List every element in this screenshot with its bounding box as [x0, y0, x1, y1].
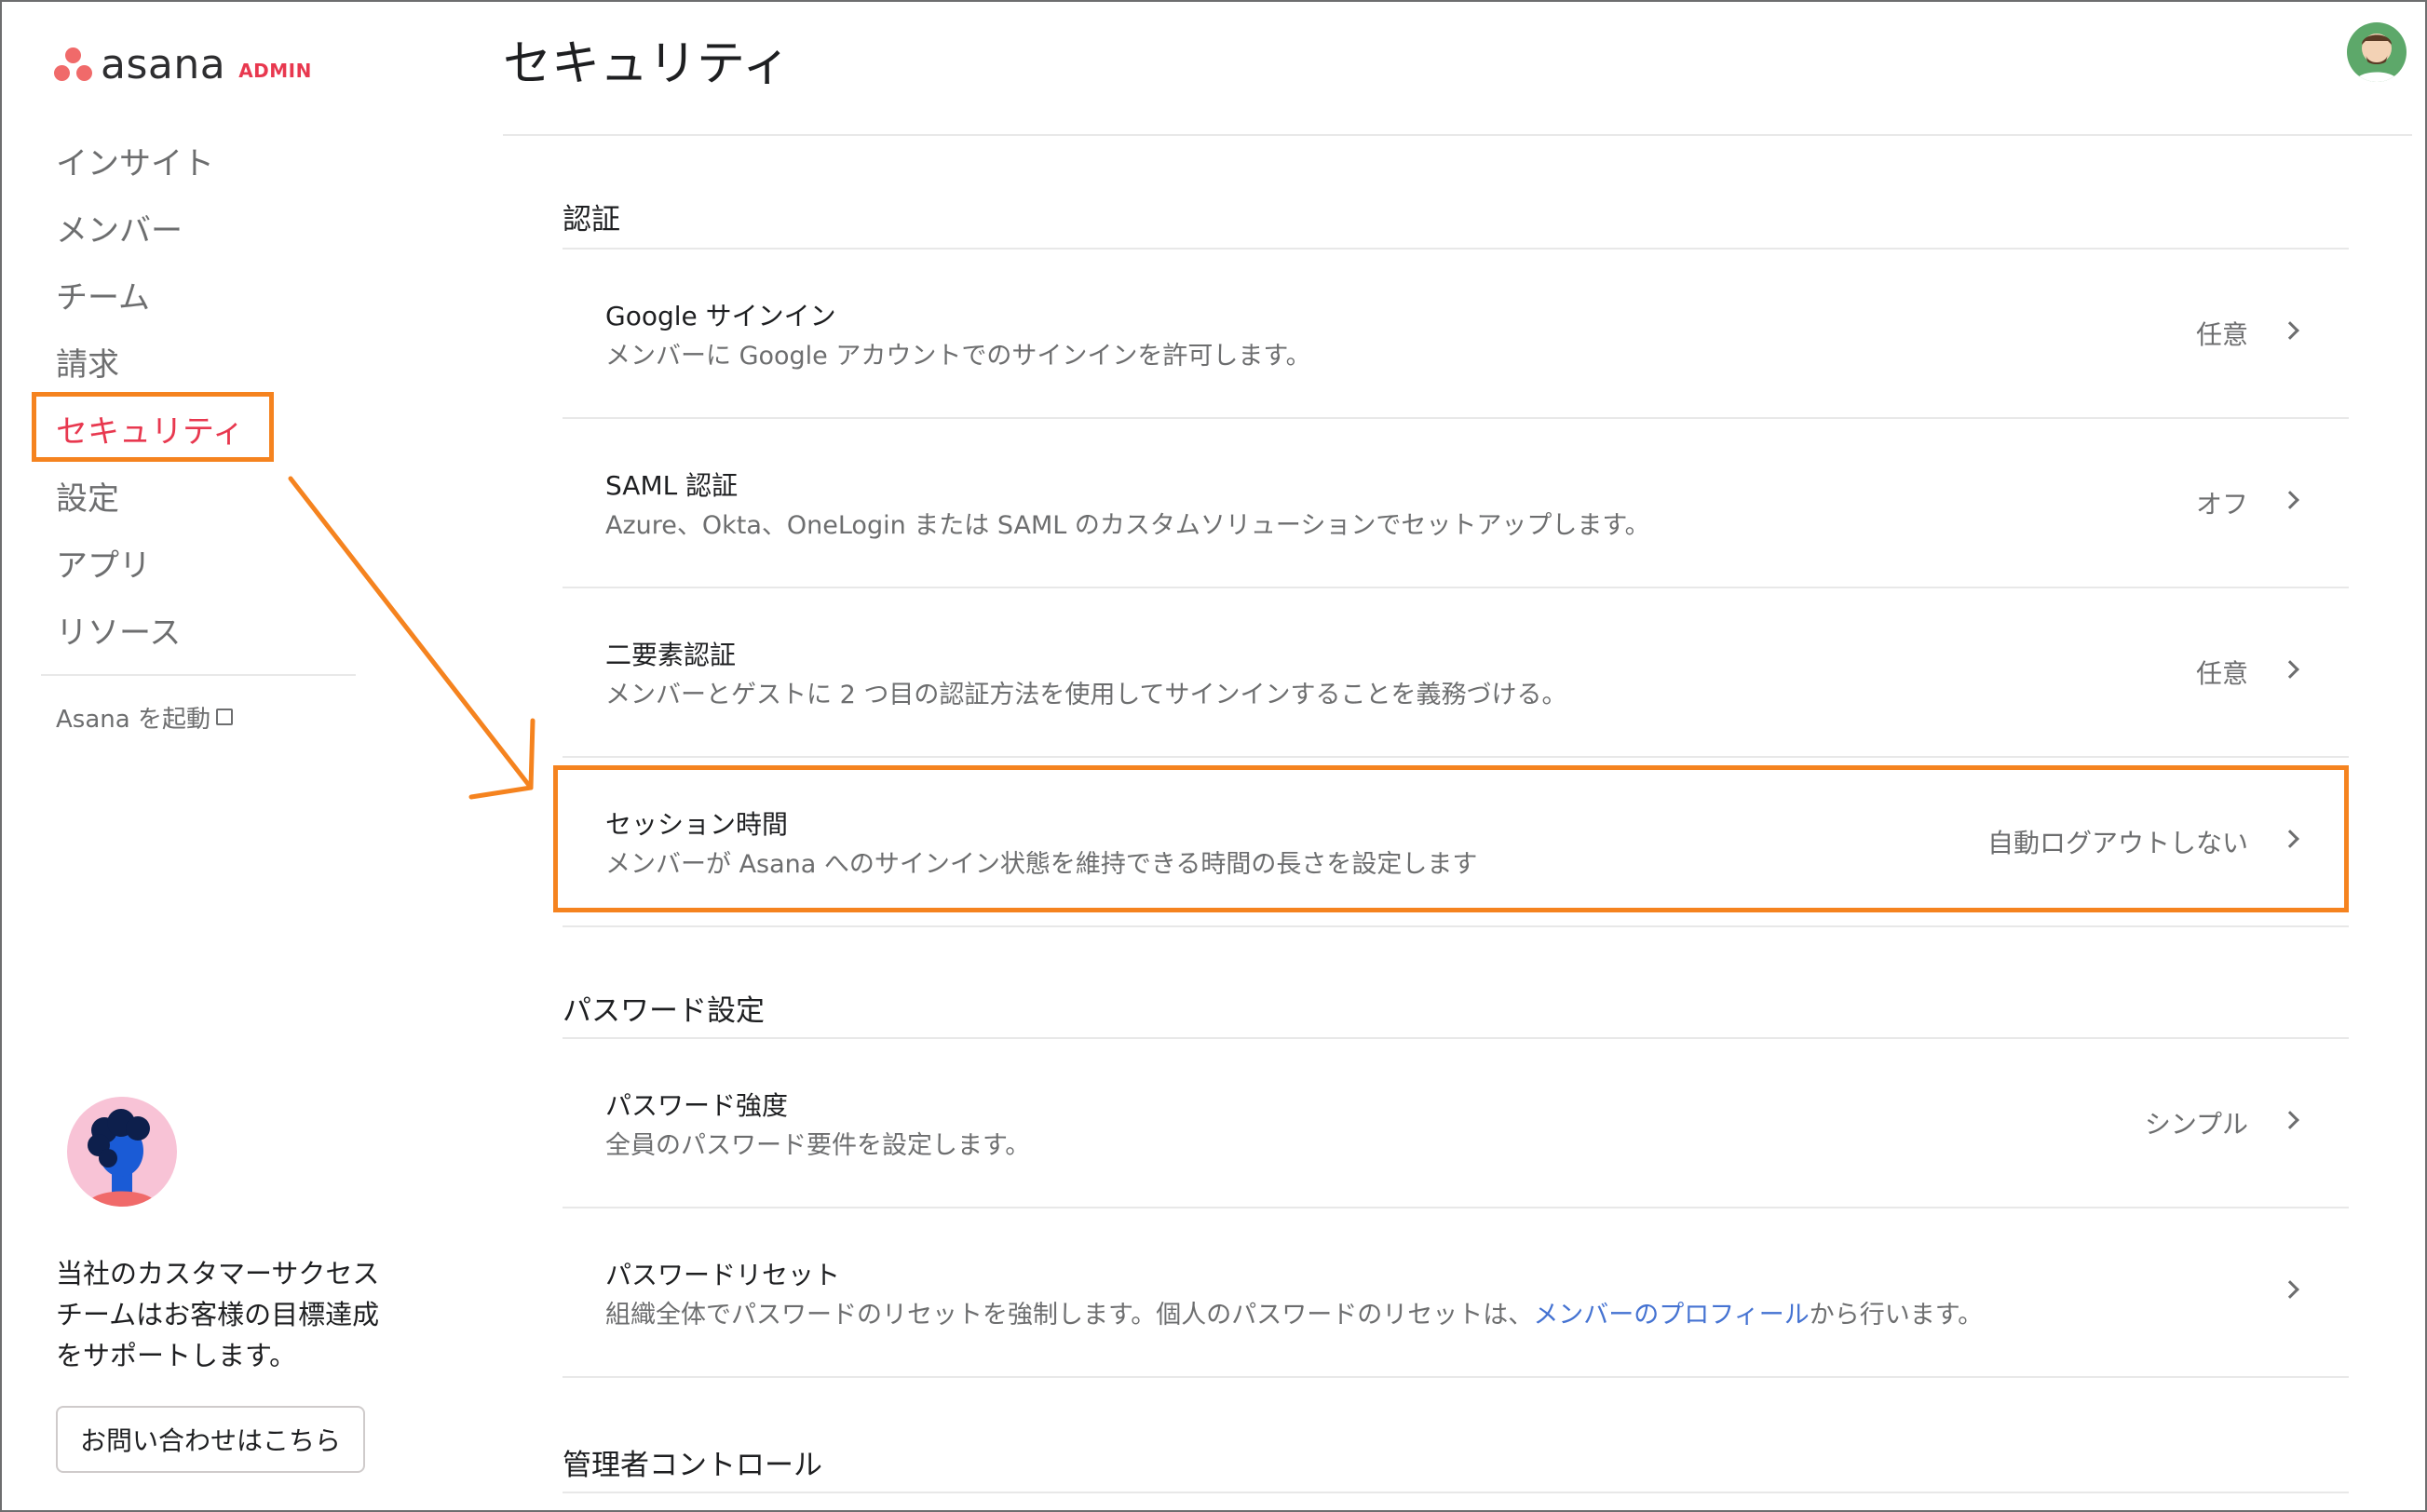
page-title: セキュリティ [503, 36, 791, 92]
row-divider [563, 1376, 2349, 1378]
setting-row-2fa[interactable]: 二要素認証 メンバーとゲストに 2 つ目の認証方法を使用してサインインすることを… [563, 587, 2349, 756]
asana-logo[interactable]: asana ADMIN [54, 41, 312, 88]
description-text: から行います。 [1809, 1301, 1984, 1330]
row-description: Azure、Okta、OneLogin または SAML のカスタムソリューショ… [605, 511, 1650, 540]
setting-row-saml[interactable]: SAML 認証 Azure、Okta、OneLogin または SAML のカス… [563, 417, 2349, 587]
sidebar-item-billing[interactable]: 請求 [56, 331, 244, 398]
section-heading-auth: 認証 [563, 203, 620, 236]
row-divider [563, 1492, 2349, 1493]
row-title: パスワード強度 [605, 1090, 789, 1121]
row-description: 組織全体でパスワードのリセットを強制します。個人のパスワードのリセットは、メンバ… [605, 1294, 1983, 1330]
description-text: 組織全体でパスワードのリセットを強制します。個人のパスワードのリセットは、 [605, 1301, 1534, 1330]
setting-row-google-signin[interactable]: Google サインイン メンバーに Google アカウントでのサインインを許… [563, 248, 2349, 417]
sidebar-item-resources[interactable]: リソース [56, 600, 244, 667]
session-duration-highlight-box [553, 765, 2349, 912]
chevron-right-icon [2281, 1111, 2299, 1129]
sidebar-item-insights[interactable]: インサイト [56, 130, 244, 197]
row-divider [563, 925, 2349, 927]
row-description: メンバーとゲストに 2 つ目の認証方法を使用してサインインすることを義務づける。 [605, 681, 1567, 709]
row-value: 任意 [2195, 658, 2248, 689]
row-description: 全員のパスワード要件を設定します。 [605, 1131, 1031, 1160]
support-avatar-icon [67, 1097, 177, 1207]
row-title: 二要素認証 [605, 640, 737, 670]
row-title: パスワードリセット [605, 1260, 841, 1290]
setting-row-password-strength[interactable]: パスワード強度 全員のパスワード要件を設定します。 シンプル [563, 1037, 2349, 1207]
launch-asana-label: Asana を起動 [56, 706, 210, 734]
contact-us-button[interactable]: お問い合わせはこちら [56, 1406, 365, 1473]
support-message: 当社のカスタマーサクセスチームはお客様の目標達成をサポートします。 [56, 1258, 380, 1371]
logo-wordmark: asana [101, 41, 226, 88]
sidebar-divider [41, 674, 356, 676]
logo-admin-label: ADMIN [238, 59, 312, 82]
row-title: Google サインイン [605, 301, 836, 331]
sidebar-item-apps[interactable]: アプリ [56, 533, 244, 600]
security-highlight-box [32, 392, 274, 462]
row-value: オフ [2195, 489, 2248, 520]
chevron-right-icon [2281, 1280, 2299, 1299]
row-description: メンバーに Google アカウントでのサインインを許可します。 [605, 342, 1311, 371]
chevron-right-icon [2281, 491, 2299, 509]
section-heading-password: パスワード設定 [563, 994, 765, 1028]
external-link-icon [215, 709, 233, 725]
launch-asana-link[interactable]: Asana を起動 [56, 700, 233, 735]
sidebar-item-teams[interactable]: チーム [56, 264, 244, 331]
sidebar-item-members[interactable]: メンバー [56, 197, 244, 264]
row-value: シンプル [2144, 1109, 2248, 1140]
member-profile-link[interactable]: メンバーのプロフィール [1533, 1301, 1809, 1330]
setting-row-password-reset[interactable]: パスワードリセット 組織全体でパスワードのリセットを強制します。個人のパスワード… [563, 1207, 2349, 1376]
row-value: 任意 [2195, 319, 2248, 350]
row-title: SAML 認証 [605, 470, 739, 501]
chevron-right-icon [2281, 660, 2299, 679]
asana-logo-icon [54, 47, 93, 83]
user-avatar-icon[interactable] [2347, 22, 2407, 82]
sidebar-item-settings[interactable]: 設定 [56, 466, 244, 533]
section-heading-admin-controls: 管理者コントロール [563, 1449, 822, 1482]
chevron-right-icon [2281, 321, 2299, 340]
title-divider [503, 134, 2412, 136]
